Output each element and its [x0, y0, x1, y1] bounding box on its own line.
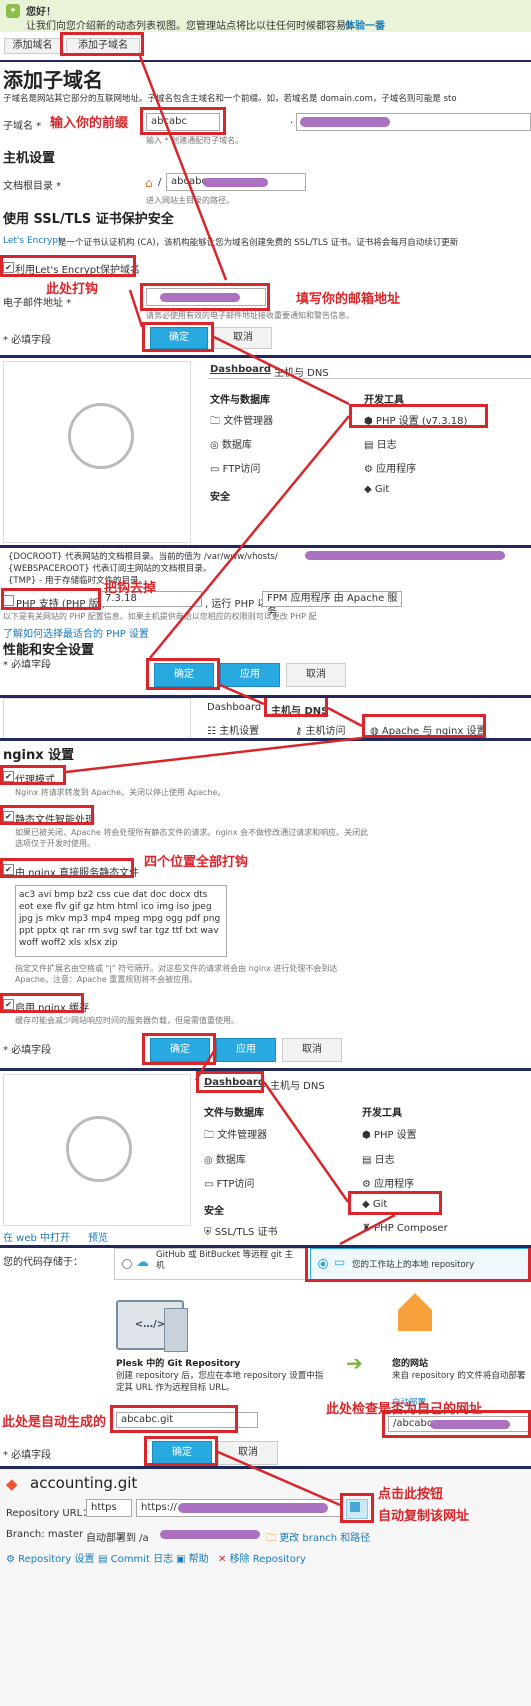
arrow-line: [65, 736, 363, 774]
arrow-line: [217, 1450, 341, 1507]
arrow-line: [128, 289, 144, 328]
arrow-line: [262, 1081, 350, 1203]
arrow-line: [339, 1213, 396, 1246]
arrow-line: [138, 55, 228, 281]
arrow-line: [219, 683, 265, 706]
arrow-line: [149, 415, 350, 659]
annotation-arrows: [65, 55, 396, 1507]
arrow-line: [194, 1047, 218, 1081]
arrow-line: [213, 335, 350, 406]
arrow-line: [327, 706, 363, 728]
